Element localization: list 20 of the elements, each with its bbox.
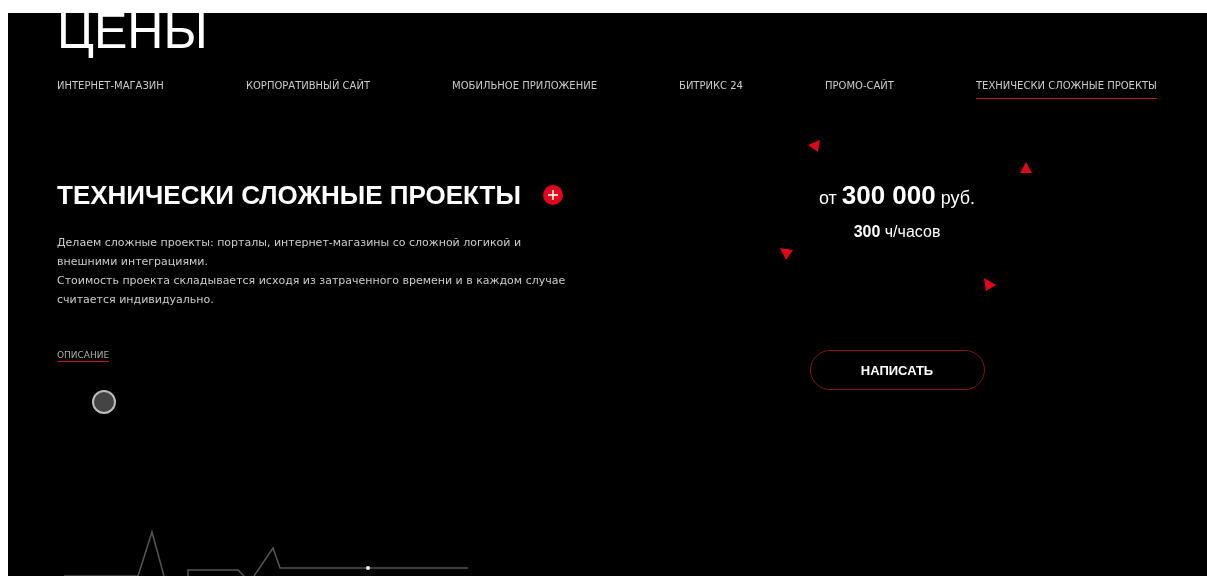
triangle-icon: [1020, 162, 1033, 175]
description-text: Стоимость проекта складывается исходя из затраченного времени и в каждом случае считается индивидуально.: [57, 273, 567, 308]
price-text: от 300 000 руб.: [818, 179, 976, 212]
description-link[interactable]: ОПИСАНИЕ: [57, 349, 110, 362]
triangle-icon: [780, 248, 793, 261]
category-tab[interactable]: ТЕХНИЧЕСКИ СЛОЖНЫЕ ПРОЕКТЫ: [976, 79, 1157, 99]
triangle-icon: [808, 140, 821, 153]
page-title: ЦЕНЫ: [57, 13, 208, 61]
write-button[interactable]: НАПИСАТЬ: [809, 350, 985, 390]
category-tab[interactable]: МОБИЛЬНОЕ ПРИЛОЖЕНИЕ: [452, 79, 597, 99]
category-tab[interactable]: КОРПОРАТИВНЫЙ САЙТ: [245, 79, 370, 99]
plus-icon[interactable]: [542, 185, 563, 205]
triangle-icon: [984, 278, 997, 291]
description-text: Делаем сложные проекты: порталы, интернет-магазины со сложной логикой и внешними интеграциями.: [57, 235, 523, 270]
category-tab[interactable]: ПРОМО-САЙТ: [825, 79, 894, 99]
category-tab[interactable]: ИНТЕРНЕТ-МАГАЗИН: [57, 79, 164, 99]
hours-text: 300 ч/часов: [853, 222, 941, 242]
category-tab[interactable]: БИТРИКС 24: [679, 79, 743, 99]
project-heading: ТЕХНИЧЕСКИ СЛОЖНЫЕ ПРОЕКТЫ: [57, 179, 521, 211]
slider-dot[interactable]: [92, 390, 116, 414]
